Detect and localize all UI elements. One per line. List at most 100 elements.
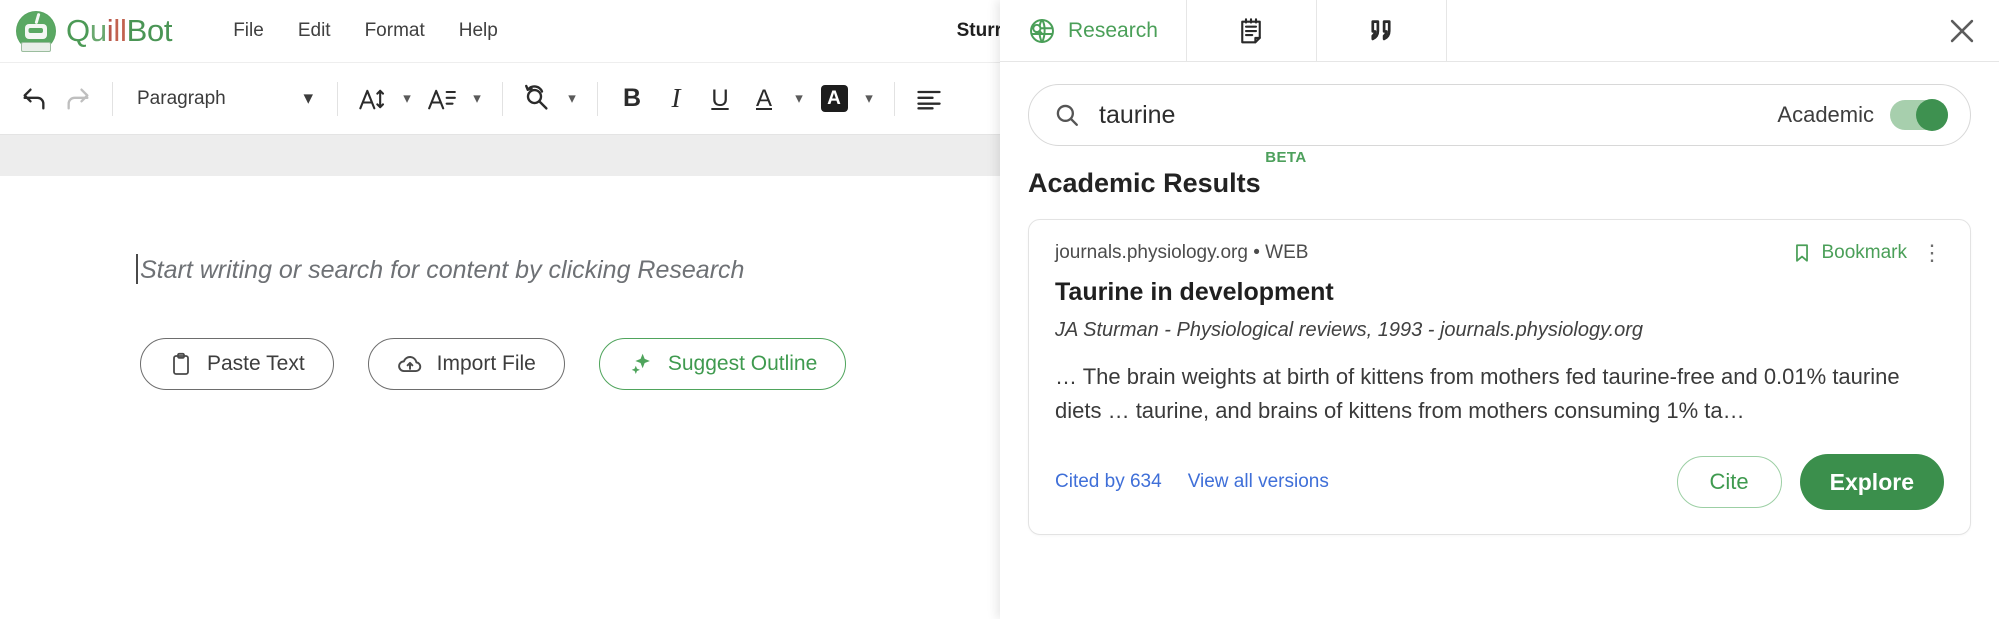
academic-toggle[interactable] (1890, 100, 1948, 130)
quote-icon (1364, 14, 1398, 48)
font-size-icon (358, 85, 386, 113)
font-size-group[interactable]: ▾ (350, 77, 420, 121)
redo-icon (64, 85, 92, 113)
view-all-versions-link[interactable]: View all versions (1188, 471, 1329, 493)
brand-logo[interactable]: QuillBot (16, 11, 172, 51)
cite-button[interactable]: Cite (1677, 456, 1782, 508)
line-spacing-dropdown[interactable]: ▾ (464, 79, 490, 119)
bold-button[interactable]: B (610, 77, 654, 121)
highlight-group[interactable]: A ▾ (812, 77, 882, 121)
chevron-down-icon: ▾ (403, 91, 411, 106)
text-color-icon: A (756, 87, 772, 111)
result-card-footer: Cited by 634 View all versions Cite Expl… (1055, 454, 1944, 510)
beta-badge: BETA (1265, 149, 1306, 166)
paragraph-style-select[interactable]: Paragraph ▾ (125, 79, 325, 119)
menu-item-edit[interactable]: Edit (281, 14, 348, 48)
globe-search-icon (1028, 17, 1056, 45)
highlight-dropdown[interactable]: ▾ (856, 79, 882, 119)
import-file-button[interactable]: Import File (368, 338, 565, 390)
font-size-button[interactable] (350, 77, 394, 121)
toolbar-divider (337, 82, 338, 116)
search-input[interactable] (1099, 101, 1777, 130)
sparkles-icon (628, 351, 654, 377)
toolbar-divider (112, 82, 113, 116)
chevron-down-icon: ▾ (568, 91, 576, 106)
chevron-down-icon: ▾ (795, 91, 803, 106)
highlight-button[interactable]: A (812, 77, 856, 121)
research-search-bar[interactable]: Academic (1028, 84, 1971, 146)
tab-notepad[interactable] (1187, 0, 1317, 61)
academic-toggle-knob (1916, 99, 1948, 131)
bookmark-label: Bookmark (1821, 242, 1907, 264)
result-source: journals.physiology.org • WEB (1055, 242, 1308, 264)
editor-column: QuillBot File Edit Format Help Sturr (0, 0, 1010, 619)
result-title[interactable]: Taurine in development (1055, 278, 1944, 307)
toolbar-divider (597, 82, 598, 116)
tab-research[interactable]: Research (1000, 0, 1187, 61)
text-color-button[interactable]: A (742, 77, 786, 121)
result-card[interactable]: journals.physiology.org • WEB Bookmark ⋮… (1028, 219, 1971, 535)
import-file-label: Import File (437, 352, 536, 376)
result-card-header: journals.physiology.org • WEB Bookmark ⋮ (1055, 242, 1944, 264)
font-size-dropdown[interactable]: ▾ (394, 79, 420, 119)
tab-bar-spacer (1447, 0, 1925, 61)
redo-button[interactable] (56, 77, 100, 121)
bold-icon: B (623, 84, 641, 113)
paraphrase-button[interactable] (515, 77, 559, 121)
result-buttons: Cite Explore (1677, 454, 1945, 510)
editor-placeholder: Start writing or search for content by c… (140, 256, 744, 285)
paraphrase-search-icon (522, 84, 552, 114)
paste-text-label: Paste Text (207, 352, 305, 376)
toolbar-divider (894, 82, 895, 116)
cited-by-link[interactable]: Cited by 634 (1055, 471, 1162, 493)
results-header: BETA Academic Results (1028, 168, 1261, 199)
underline-button[interactable]: U (698, 77, 742, 121)
paraphrase-dropdown[interactable]: ▾ (559, 79, 585, 119)
line-spacing-icon (428, 85, 456, 113)
italic-button[interactable]: I (654, 77, 698, 121)
editor-action-row: Paste Text Import File Suggest Outline (140, 338, 846, 390)
line-spacing-group[interactable]: ▾ (420, 77, 490, 121)
chevron-down-icon: ▾ (865, 91, 873, 106)
paraphrase-group[interactable]: ▾ (515, 77, 585, 121)
close-icon (1945, 14, 1979, 48)
menu-item-help[interactable]: Help (442, 14, 515, 48)
tab-research-label: Research (1068, 19, 1158, 43)
paste-text-button[interactable]: Paste Text (140, 338, 334, 390)
paragraph-style-value: Paragraph (137, 88, 226, 110)
panel-tab-bar: Research (1000, 0, 1999, 62)
kebab-menu-icon[interactable]: ⋮ (1921, 242, 1944, 264)
line-spacing-button[interactable] (420, 77, 464, 121)
close-panel-button[interactable] (1925, 0, 1999, 61)
align-button[interactable] (907, 77, 951, 121)
academic-toggle-label: Academic (1777, 102, 1874, 128)
suggest-outline-button[interactable]: Suggest Outline (599, 338, 846, 390)
tab-citations[interactable] (1317, 0, 1447, 61)
result-snippet: … The brain weights at birth of kittens … (1055, 360, 1935, 428)
menu-item-file[interactable]: File (216, 14, 281, 48)
italic-icon: I (672, 83, 681, 114)
explore-button[interactable]: Explore (1800, 454, 1944, 510)
results-title: Academic Results (1028, 168, 1261, 199)
text-color-dropdown[interactable]: ▾ (786, 79, 812, 119)
result-card-actions: Bookmark ⋮ (1791, 242, 1944, 264)
result-links: Cited by 634 View all versions (1055, 471, 1329, 493)
document-page[interactable]: Start writing or search for content by c… (0, 176, 1010, 619)
menu-item-format[interactable]: Format (348, 14, 442, 48)
document-background-band (0, 134, 1010, 176)
notepad-icon (1236, 16, 1266, 46)
search-icon (1053, 101, 1081, 129)
toolbar-divider (502, 82, 503, 116)
cloud-upload-icon (397, 351, 423, 377)
text-color-group[interactable]: A ▾ (742, 77, 812, 121)
align-left-icon (915, 85, 943, 113)
brand-name: QuillBot (66, 13, 172, 49)
bookmark-button[interactable]: Bookmark (1791, 242, 1907, 264)
chevron-down-icon: ▾ (473, 91, 481, 106)
menu-bar: QuillBot File Edit Format Help Sturr (0, 0, 1010, 62)
chevron-down-icon: ▾ (303, 89, 313, 108)
undo-button[interactable] (12, 77, 56, 121)
quillbot-robot-icon (16, 11, 56, 51)
panel-body: Academic BETA Academic Results journals.… (1000, 62, 1999, 535)
format-toolbar: Paragraph ▾ ▾ (0, 62, 1010, 134)
